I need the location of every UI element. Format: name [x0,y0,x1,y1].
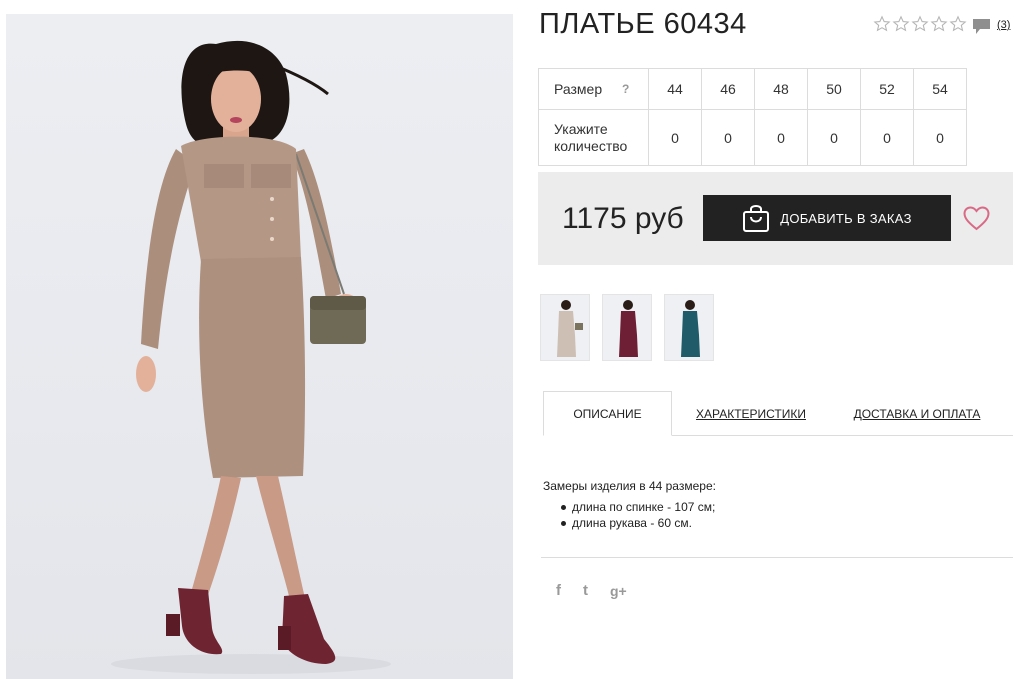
add-to-order-label: ДОБАВИТЬ В ЗАКАЗ [780,210,912,226]
google-plus-icon[interactable]: g+ [610,583,627,599]
price: 1175 руб [562,202,684,235]
list-item: длина по спинке - 107 см; [558,499,716,515]
size-cell: 48 [754,68,808,110]
add-to-order-button[interactable]: ДОБАВИТЬ В ЗАКАЗ [703,195,951,241]
size-cell: 46 [701,68,755,110]
price-panel: 1175 руб ДОБАВИТЬ В ЗАКАЗ [538,172,1013,265]
divider [541,557,1013,558]
quantity-label: Укажите количество [554,120,628,154]
size-cell: 52 [860,68,914,110]
product-title: ПЛАТЬЕ 60434 [539,8,747,40]
size-label: Размер [554,81,603,97]
quantity-row: Укажите количество 0 0 0 0 0 0 [538,109,967,166]
tab-delivery-payment[interactable]: ДОСТАВКА И ОПЛАТА [846,391,988,436]
rating-stars[interactable] [873,15,967,33]
quantity-input[interactable]: 0 [754,109,808,166]
product-photo[interactable] [6,14,513,679]
reviews-count-link[interactable]: (3) [997,19,1010,31]
facebook-icon[interactable]: f [556,582,561,599]
star-icon[interactable] [949,15,967,33]
quantity-input[interactable]: 0 [648,109,702,166]
twitter-icon[interactable]: t [583,582,588,599]
size-table: Размер ? 44 46 48 50 52 54 Укажите колич… [538,68,967,166]
social-share: f t g+ [556,582,627,599]
star-icon[interactable] [873,15,891,33]
size-cell: 44 [648,68,702,110]
quantity-input[interactable]: 0 [701,109,755,166]
quantity-input[interactable]: 0 [860,109,914,166]
star-icon[interactable] [892,15,910,33]
measurements-list: длина по спинке - 107 см; длина рукава -… [543,499,716,531]
thumbnail-teal-dress[interactable] [664,294,714,361]
star-icon[interactable] [930,15,948,33]
size-cell: 50 [807,68,861,110]
quantity-input[interactable]: 0 [913,109,967,166]
list-item: длина рукава - 60 см. [558,515,716,531]
heart-icon[interactable] [963,206,990,231]
thumbnail-strip [540,294,714,361]
tab-characteristics[interactable]: ХАРАКТЕРИСТИКИ [686,391,816,436]
thumbnail-beige-dress[interactable] [540,294,590,361]
description-lead: Замеры изделия в 44 размере: [543,479,716,493]
size-cell: 54 [913,68,967,110]
thumbnail-burgundy-dress[interactable] [602,294,652,361]
quantity-label-cell: Укажите количество [538,109,649,166]
tab-description[interactable]: ОПИСАНИЕ [543,391,672,436]
description-panel: Замеры изделия в 44 размере: длина по сп… [543,479,716,531]
help-icon[interactable]: ? [622,82,629,96]
size-row: Размер ? 44 46 48 50 52 54 [538,68,967,110]
star-icon[interactable] [911,15,929,33]
shopping-bag-icon [743,205,770,232]
quantity-input[interactable]: 0 [807,109,861,166]
comment-icon[interactable] [972,18,991,35]
size-label-cell: Размер ? [538,68,649,110]
